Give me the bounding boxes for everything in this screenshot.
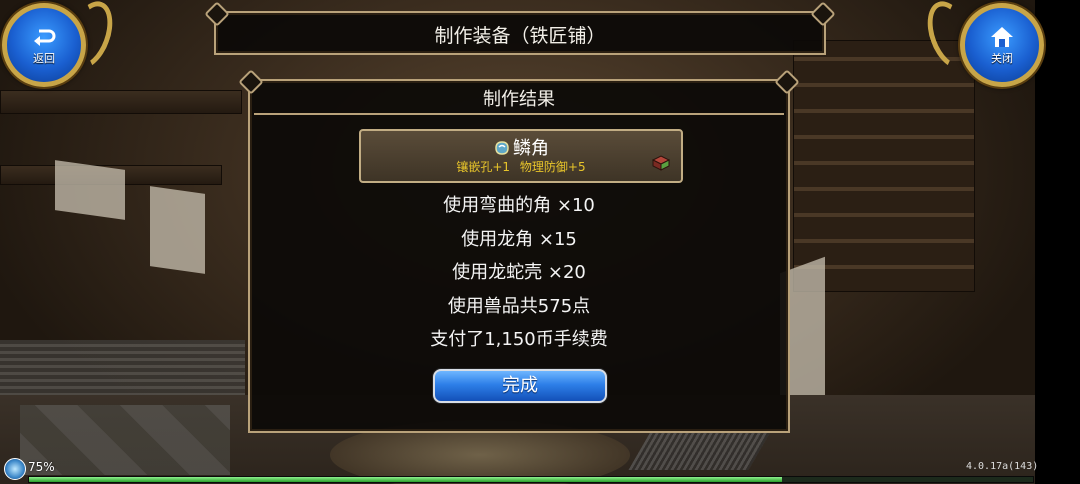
back-label: 返回 (33, 51, 55, 65)
craft-result-panel: 制作结果 鳞角 镶嵌孔+1 物理防御+5 使用弯曲的角 ×10 使用龙角 ×15… (248, 79, 790, 433)
item-stat: 镶嵌孔+1 (456, 160, 511, 174)
progress-percent: 75% (28, 460, 55, 474)
book-icon (651, 155, 671, 171)
result-line: 使用龙蛇壳 ×20 (452, 262, 586, 283)
done-button[interactable]: 完成 (433, 369, 607, 403)
item-card[interactable]: 鳞角 镶嵌孔+1 物理防御+5 (359, 129, 683, 183)
result-line: 使用弯曲的角 ×10 (443, 195, 595, 216)
divider (254, 113, 784, 115)
close-button[interactable]: 关闭 (960, 3, 1044, 87)
version-label: 4.0.17a(143) (966, 461, 1039, 472)
home-icon (991, 26, 1013, 47)
close-label: 关闭 (991, 51, 1013, 65)
result-line: 使用龙角 ×15 (461, 228, 577, 250)
panel-title: 制作结果 (483, 89, 555, 110)
result-line: 使用兽品共575点 (447, 295, 591, 317)
back-arrow-icon (34, 29, 56, 46)
back-button[interactable]: 返回 (2, 3, 86, 87)
item-stats: 镶嵌孔+1 物理防御+5 (361, 158, 681, 175)
item-name-row: 鳞角 (361, 134, 681, 160)
orb-icon (4, 458, 26, 480)
gem-icon (495, 141, 509, 155)
parchment (55, 160, 125, 220)
result-lines: 使用弯曲的角 ×10 使用龙角 ×15 使用龙蛇壳 ×20 使用兽品共575点 … (250, 189, 788, 357)
bookshelf (793, 40, 975, 292)
progress-bar (28, 476, 1034, 483)
page-title: 制作装备（铁匠铺） (434, 25, 606, 47)
title-bar: 制作装备（铁匠铺） (214, 11, 826, 55)
progress-fill (29, 477, 782, 482)
result-line: 支付了1,150币手续费 (430, 329, 608, 350)
screen-edge (1035, 0, 1080, 484)
stairs (0, 340, 245, 400)
item-stat: 物理防御+5 (519, 160, 586, 174)
parchment (150, 186, 205, 274)
floor-vent (628, 430, 772, 470)
bookshelf (0, 90, 242, 114)
item-name: 鳞角 (513, 138, 549, 159)
